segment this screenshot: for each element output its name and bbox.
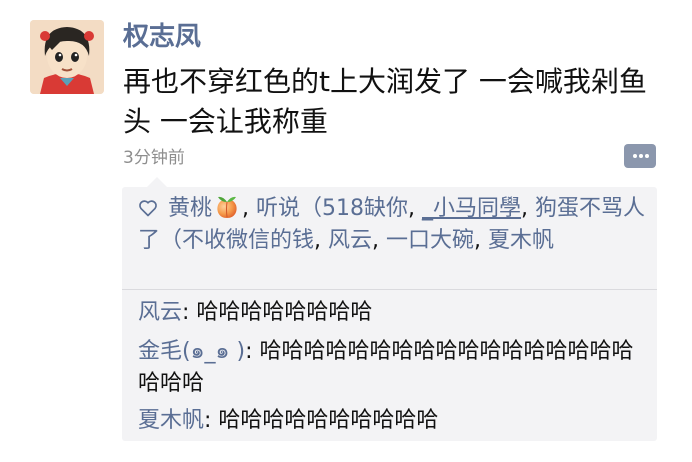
liker-name[interactable]: 一口大碗 [386, 228, 474, 253]
comment-item[interactable]: 夏木帆: 哈哈哈哈哈哈哈哈哈哈 [138, 405, 653, 437]
comment-item[interactable]: 风云: 哈哈哈哈哈哈哈哈 [138, 297, 653, 329]
likes-separator: , [521, 196, 536, 221]
comment-author[interactable]: 夏木帆 [138, 408, 204, 433]
likes-list: 黄桃, 听说（518缺你, _小马同學, 狗蛋不骂人了（不收微信的钱, 风云, … [138, 193, 650, 257]
comment-dots-icon [633, 154, 637, 158]
post-timestamp: 3分钟前 [123, 148, 185, 168]
comment-separator: : [204, 408, 219, 433]
avatar-cartoon-girl-icon [30, 20, 104, 94]
liker-name[interactable]: 风云 [328, 228, 372, 253]
comment-author[interactable]: 金毛(๑_๑ ) [138, 339, 245, 364]
liker-name[interactable]: 黄桃 [168, 196, 212, 221]
comment-author[interactable]: 风云 [138, 300, 182, 325]
liker-name[interactable]: 夏木帆 [488, 228, 554, 253]
peach-emoji-icon [217, 196, 237, 218]
comment-text: 哈哈哈哈哈哈哈哈哈哈 [218, 408, 439, 433]
comment-dot [645, 154, 649, 158]
avatar[interactable] [30, 20, 104, 94]
comment-text: 哈哈哈哈哈哈哈哈 [196, 300, 373, 325]
comment-separator: : [245, 339, 260, 364]
comment-separator: : [182, 300, 197, 325]
likes-separator: , [242, 196, 257, 221]
likes-separator: , [408, 196, 423, 221]
likes-separator: , [372, 228, 387, 253]
post-author-name[interactable]: 权志凤 [123, 20, 201, 54]
comment-button[interactable] [624, 144, 656, 168]
liker-name[interactable]: _小马同學 [422, 196, 521, 221]
comment-dot [639, 154, 643, 158]
post-text: 再也不穿红色的t上大润发了 一会喊我剁鱼头 一会让我称重 [123, 65, 647, 138]
interaction-box-pointer [147, 177, 167, 187]
likes-comments-divider [122, 289, 657, 290]
comment-item[interactable]: 金毛(๑_๑ ): 哈哈哈哈哈哈哈哈哈哈哈哈哈哈哈哈哈哈哈哈 [138, 336, 653, 400]
likes-separator: , [474, 228, 489, 253]
likes-separator: , [314, 228, 329, 253]
heart-outline-icon [139, 200, 157, 217]
liker-name[interactable]: 听说（518缺你 [256, 196, 408, 221]
